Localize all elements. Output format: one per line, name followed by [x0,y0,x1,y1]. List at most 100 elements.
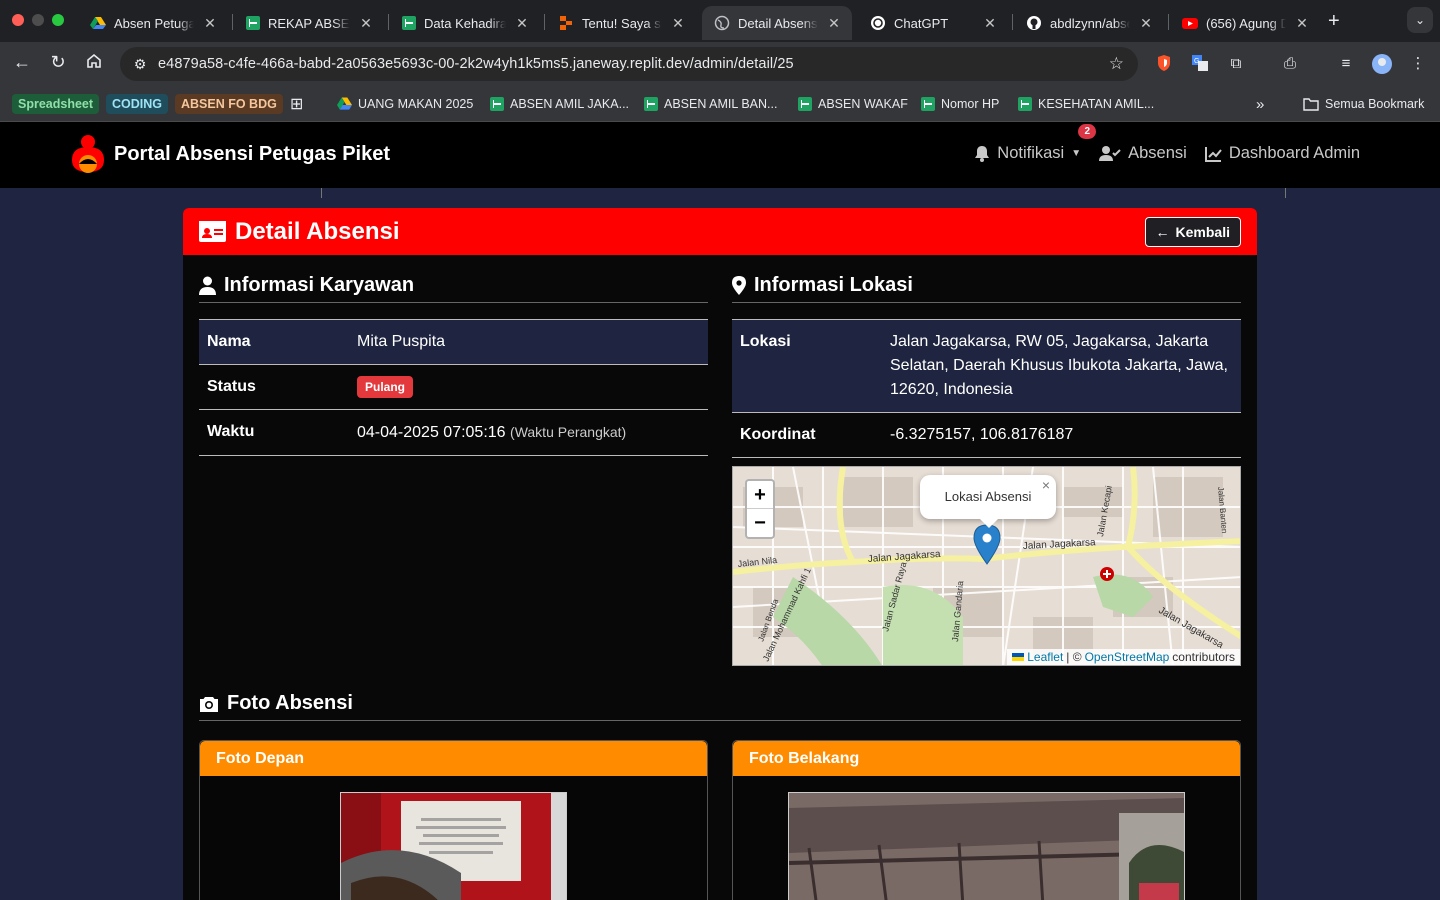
print-icon[interactable]: ⎙ [1280,54,1300,74]
google-sheets-icon [921,97,935,111]
browser-tab[interactable]: (656) Agung D ✕ [1170,6,1320,40]
minimize-window-button[interactable] [32,14,44,26]
nav-absensi[interactable]: Absensi [1099,144,1187,163]
browser-tab[interactable]: Tentu! Saya siap ✕ [546,6,696,40]
notifications-dropdown[interactable]: Notifikasi ▼ 2 [974,124,1097,163]
home-icon[interactable] [82,52,106,75]
nav-dashboard-admin[interactable]: Dashboard Admin [1204,144,1360,163]
bookmark-item[interactable]: CODING [106,93,168,115]
zoom-out-button[interactable]: − [747,509,773,537]
more-bookmarks-chevron[interactable]: » [1256,93,1264,115]
bookmark-item[interactable]: ABSEN WAKAF [798,93,908,115]
zoom-in-button[interactable]: + [747,481,773,509]
browser-tab[interactable]: Data Kehadiran ✕ [390,6,540,40]
browser-tab-bar: Absen Petugas Piket ✕ REKAP ABSENSI ✕ Da… [0,0,1440,42]
svg-text:G: G [1194,58,1199,65]
notification-count-badge: 2 [1078,124,1097,139]
close-tab-icon[interactable]: ✕ [1138,15,1154,32]
bookmark-chip-coding[interactable]: CODING [106,94,168,114]
bookmark-item[interactable]: KESEHATAN AMIL... [1018,93,1154,115]
photo-heading: Foto Absensi [199,687,1241,721]
google-sheets-icon [490,97,504,111]
camera-icon [200,697,218,712]
table-row: Status Pulang [199,364,708,410]
close-window-button[interactable] [12,14,24,26]
timestamp-note: (Waktu Perangkat) [510,424,627,440]
card-header: Detail Absensi ← Kembali [183,208,1257,255]
bookmark-chip-spreadsheet[interactable]: Spreadsheet [12,94,100,114]
leaflet-link[interactable]: Leaflet [1027,650,1063,664]
window-controls [12,14,64,26]
google-drive-icon [90,17,106,29]
bookmark-star-icon[interactable]: ☆ [1109,54,1124,74]
front-photo-image[interactable] [340,792,567,900]
brand-title: Portal Absensi Petugas Piket [114,142,391,165]
close-tab-icon[interactable]: ✕ [202,15,218,32]
profile-avatar[interactable] [1372,54,1392,74]
detail-card: Detail Absensi ← Kembali Informasi Karya… [183,208,1257,900]
front-photo-header: Foto Depan [200,741,707,776]
browser-tab[interactable]: Absen Petugas Piket ✕ [78,6,228,40]
bookmark-item[interactable]: UANG MAKAN 2025 [337,93,473,115]
map-marker-icon [732,276,746,295]
url-text[interactable]: e4879a58-c4fe-466a-babd-2a0563e5693c-00-… [158,56,794,72]
all-bookmarks-folder[interactable]: Semua Bookmark [1303,93,1424,115]
front-photo-picture [341,793,566,900]
openstreetmap-link[interactable]: OpenStreetMap [1085,650,1170,664]
chart-line-icon [1204,146,1222,162]
github-icon [1027,16,1041,30]
tab-search-chevron-icon[interactable]: ⌄ [1407,7,1433,33]
kebab-menu-icon[interactable]: ⋮ [1408,54,1428,74]
browser-tab[interactable]: ChatGPT ✕ [858,6,1008,40]
location-info-heading: Informasi Lokasi [732,269,1241,303]
back-photo-image[interactable] [788,792,1185,900]
google-sheets-icon [644,97,658,111]
browser-toolbar: ← ↻ ⚙ e4879a58-c4fe-466a-babd-2a0563e569… [0,42,1440,86]
browser-tab[interactable]: REKAP ABSENSI ✕ [234,6,384,40]
media-controls-icon[interactable]: ≡ [1336,54,1356,74]
bookmark-chip-absen-fo[interactable]: ABSEN FO BDG [175,94,283,114]
user-icon [199,276,216,295]
browser-tab-active[interactable]: Detail Absensi ✕ [702,6,852,40]
address-bar[interactable]: ⚙ e4879a58-c4fe-466a-babd-2a0563e5693c-0… [120,47,1138,81]
location-address: Jalan Jagakarsa, RW 05, Jagakarsa, Jakar… [882,319,1241,413]
close-tab-icon[interactable]: ✕ [358,15,374,32]
map-attribution: Leaflet | © OpenStreetMap contributors [1007,649,1240,665]
brand-link[interactable]: Portal Absensi Petugas Piket [70,134,390,174]
maximize-window-button[interactable] [52,14,64,26]
site-settings-icon[interactable]: ⚙ [130,56,150,73]
close-tab-icon[interactable]: ✕ [826,15,842,32]
table-row: Nama Mita Puspita [199,319,708,365]
bookmarks-bar: Spreadsheet CODING ABSEN FO BDG ⊞ UANG M… [0,86,1440,198]
close-tab-icon[interactable]: ✕ [982,15,998,32]
employee-name: Mita Puspita [349,319,708,365]
bookmark-item[interactable]: ABSEN AMIL BAN... [644,93,777,115]
close-tab-icon[interactable]: ✕ [1294,15,1310,32]
back-arrow-icon[interactable]: ← [10,52,34,73]
bookmark-item[interactable]: ABSEN AMIL JAKA... [490,93,629,115]
browser-tab[interactable]: abdlzynn/absen ✕ [1014,6,1164,40]
bookmark-item[interactable]: Spreadsheet [12,93,100,115]
close-tab-icon[interactable]: ✕ [670,15,686,32]
back-photo-picture [789,793,1184,900]
map-zoom-control: + − [745,479,775,539]
brave-shield-icon[interactable] [1154,54,1174,74]
user-check-icon [1099,146,1121,161]
extensions-puzzle-icon[interactable]: ⧉ [1226,54,1246,74]
apps-grid-icon[interactable]: ⊞ [290,93,303,115]
ukraine-flag-icon [1012,653,1025,661]
popup-close-icon[interactable]: × [1042,467,1050,507]
location-map[interactable]: Jalan Jagakarsa Jalan Jagakarsa Jalan Ni… [732,466,1241,666]
reload-icon[interactable]: ↻ [46,52,70,73]
bookmark-item[interactable]: ABSEN FO BDG [175,93,283,115]
back-button[interactable]: ← Kembali [1144,217,1241,247]
close-tab-icon[interactable]: ✕ [514,15,530,32]
table-row: Waktu 04-04-2025 07:05:16 (Waktu Perangk… [199,409,708,456]
replit-icon [560,16,572,30]
new-tab-plus-icon[interactable]: + [1328,10,1340,33]
photo-section: Foto Absensi [199,687,1241,721]
translate-icon[interactable]: G [1190,54,1210,74]
arrow-left-icon: ← [1155,224,1170,240]
bookmark-item[interactable]: Nomor HP [921,93,999,115]
coordinates-value: -6.3275157, 106.8176187 [882,412,1241,458]
